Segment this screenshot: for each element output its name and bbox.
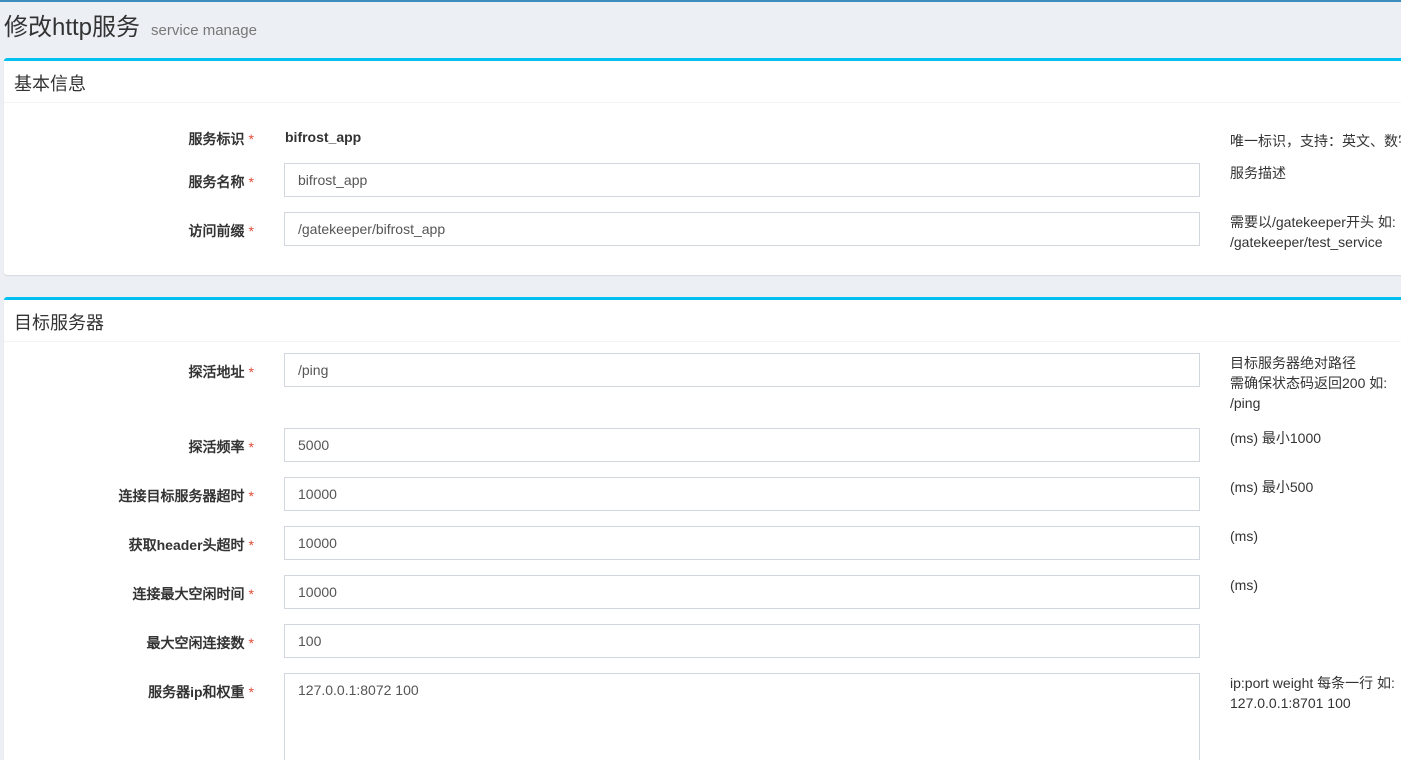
required-mark: *	[248, 586, 254, 602]
probe-frequency-input[interactable]	[284, 428, 1200, 462]
probe-frequency-label: 探活频率 *	[188, 439, 254, 455]
access-prefix-help: 需要以/gatekeeper开头 如: /gatekeeper/test_ser…	[1230, 214, 1396, 250]
target-server-title: 目标服务器	[14, 313, 104, 333]
probe-address-label: 探活地址 *	[188, 364, 254, 380]
probe-address-help: 目标服务器绝对路径 需确保状态码返回200 如: /ping	[1230, 355, 1388, 411]
header-timeout-input[interactable]	[284, 526, 1200, 560]
required-mark: *	[248, 635, 254, 651]
required-mark: *	[248, 488, 254, 504]
ip-weight-help: ip:port weight 每条一行 如: 127.0.0.1:8701 10…	[1230, 675, 1395, 711]
probe-address-input[interactable]	[284, 353, 1200, 387]
page-subtitle: service manage	[151, 22, 257, 39]
probe-frequency-help: (ms) 最小1000	[1230, 430, 1322, 446]
required-mark: *	[248, 174, 254, 190]
header-timeout-help: (ms)	[1230, 528, 1258, 544]
basic-info-header: 基本信息	[4, 61, 1401, 103]
idle-time-help: (ms)	[1230, 577, 1258, 593]
service-name-help: 服务描述	[1230, 165, 1286, 181]
target-server-header: 目标服务器	[4, 300, 1401, 342]
access-prefix-input[interactable]	[284, 212, 1200, 246]
required-mark: *	[248, 684, 254, 700]
ip-weight-label: 服务器ip和权重 *	[148, 684, 254, 700]
header-timeout-label: 获取header头超时 *	[128, 537, 254, 553]
content-header: 修改http服务 service manage	[0, 2, 1401, 58]
max-idle-conns-label: 最大空闲连接数 *	[146, 635, 254, 651]
service-id-help: 唯一标识，支持：英文、数字	[1230, 133, 1401, 149]
service-id-value: bifrost_app	[285, 129, 362, 145]
target-server-box: 目标服务器 探活地址* 目标服务器绝对路径 需确保状态码返回200 如: /pi…	[4, 297, 1401, 760]
required-mark: *	[248, 223, 254, 239]
page-title: 修改http服务	[4, 14, 141, 41]
basic-info-box: 基本信息 服务标识 * bifrost_app 唯一标识，支持：英文、数字 服务名…	[4, 58, 1401, 275]
max-idle-conns-input[interactable]	[284, 624, 1200, 658]
connect-timeout-input[interactable]	[284, 477, 1200, 511]
ip-weight-textarea[interactable]: 127.0.0.1:8072 100	[284, 673, 1200, 760]
required-mark: *	[248, 131, 254, 147]
required-mark: *	[248, 364, 254, 380]
idle-time-input[interactable]	[284, 575, 1200, 609]
required-mark: *	[248, 439, 254, 455]
connect-timeout-label: 连接目标服务器超时 *	[118, 488, 254, 504]
connect-timeout-help: (ms) 最小500	[1230, 479, 1314, 495]
service-name-label: 服务名称 *	[188, 174, 254, 190]
idle-time-label: 连接最大空闲时间 *	[132, 586, 254, 602]
required-mark: *	[248, 537, 254, 553]
basic-info-title: 基本信息	[14, 74, 86, 94]
service-id-label: 服务标识 *	[188, 131, 254, 147]
service-name-input[interactable]	[284, 163, 1200, 197]
access-prefix-label: 访问前缀 *	[188, 223, 254, 239]
